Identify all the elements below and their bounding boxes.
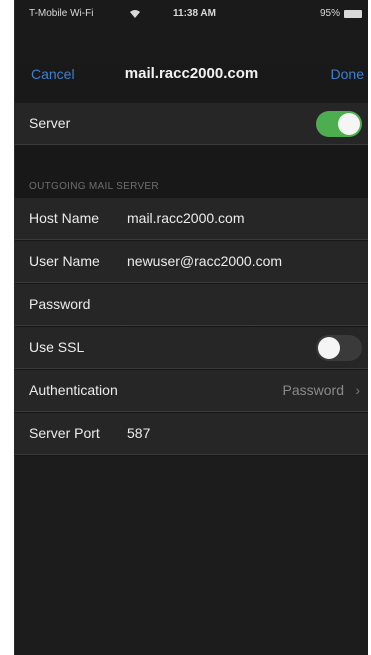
server-port-label: Server Port	[29, 425, 100, 441]
user-name-field[interactable]: newuser@racc2000.com	[127, 253, 282, 269]
done-button[interactable]: Done	[331, 66, 364, 82]
server-toggle[interactable]	[316, 111, 362, 137]
password-row[interactable]: Password	[15, 284, 368, 326]
navigation-bar: Cancel mail.racc2000.com Done	[15, 52, 368, 92]
server-row: Server	[15, 103, 368, 145]
use-ssl-row: Use SSL	[15, 327, 368, 369]
user-name-row[interactable]: User Name newuser@racc2000.com	[15, 241, 368, 283]
authentication-label: Authentication	[29, 382, 118, 398]
status-bar: T-Mobile Wi-Fi 11:38 AM 95%	[15, 0, 368, 32]
use-ssl-toggle[interactable]	[316, 335, 362, 361]
user-name-label: User Name	[29, 253, 100, 269]
password-label: Password	[29, 296, 91, 312]
empty-background	[15, 456, 368, 655]
host-name-label: Host Name	[29, 210, 100, 226]
toggle-knob	[318, 337, 340, 359]
host-name-field[interactable]: mail.racc2000.com	[127, 210, 245, 226]
page-title: mail.racc2000.com	[124, 65, 259, 82]
chevron-right-icon: ›	[355, 382, 360, 398]
toggle-knob	[338, 113, 360, 135]
host-name-row[interactable]: Host Name mail.racc2000.com	[15, 198, 368, 240]
server-label: Server	[29, 115, 71, 131]
server-port-field[interactable]: 587	[127, 425, 150, 441]
status-time: 11:38 AM	[173, 8, 216, 19]
battery-icon	[344, 10, 362, 18]
server-port-row[interactable]: Server Port 587	[15, 413, 368, 455]
battery-percentage: 95%	[319, 8, 340, 19]
phone-screen: T-Mobile Wi-Fi 11:38 AM 95% Cancel mail.…	[14, 0, 368, 655]
carrier-label: T-Mobile Wi-Fi	[29, 8, 94, 19]
use-ssl-label: Use SSL	[29, 339, 85, 355]
wifi-icon	[130, 10, 140, 18]
authentication-value: Password	[282, 382, 344, 398]
section-header-outgoing: OUTGOING MAIL SERVER	[29, 181, 159, 192]
authentication-row[interactable]: Authentication Password ›	[15, 370, 368, 412]
